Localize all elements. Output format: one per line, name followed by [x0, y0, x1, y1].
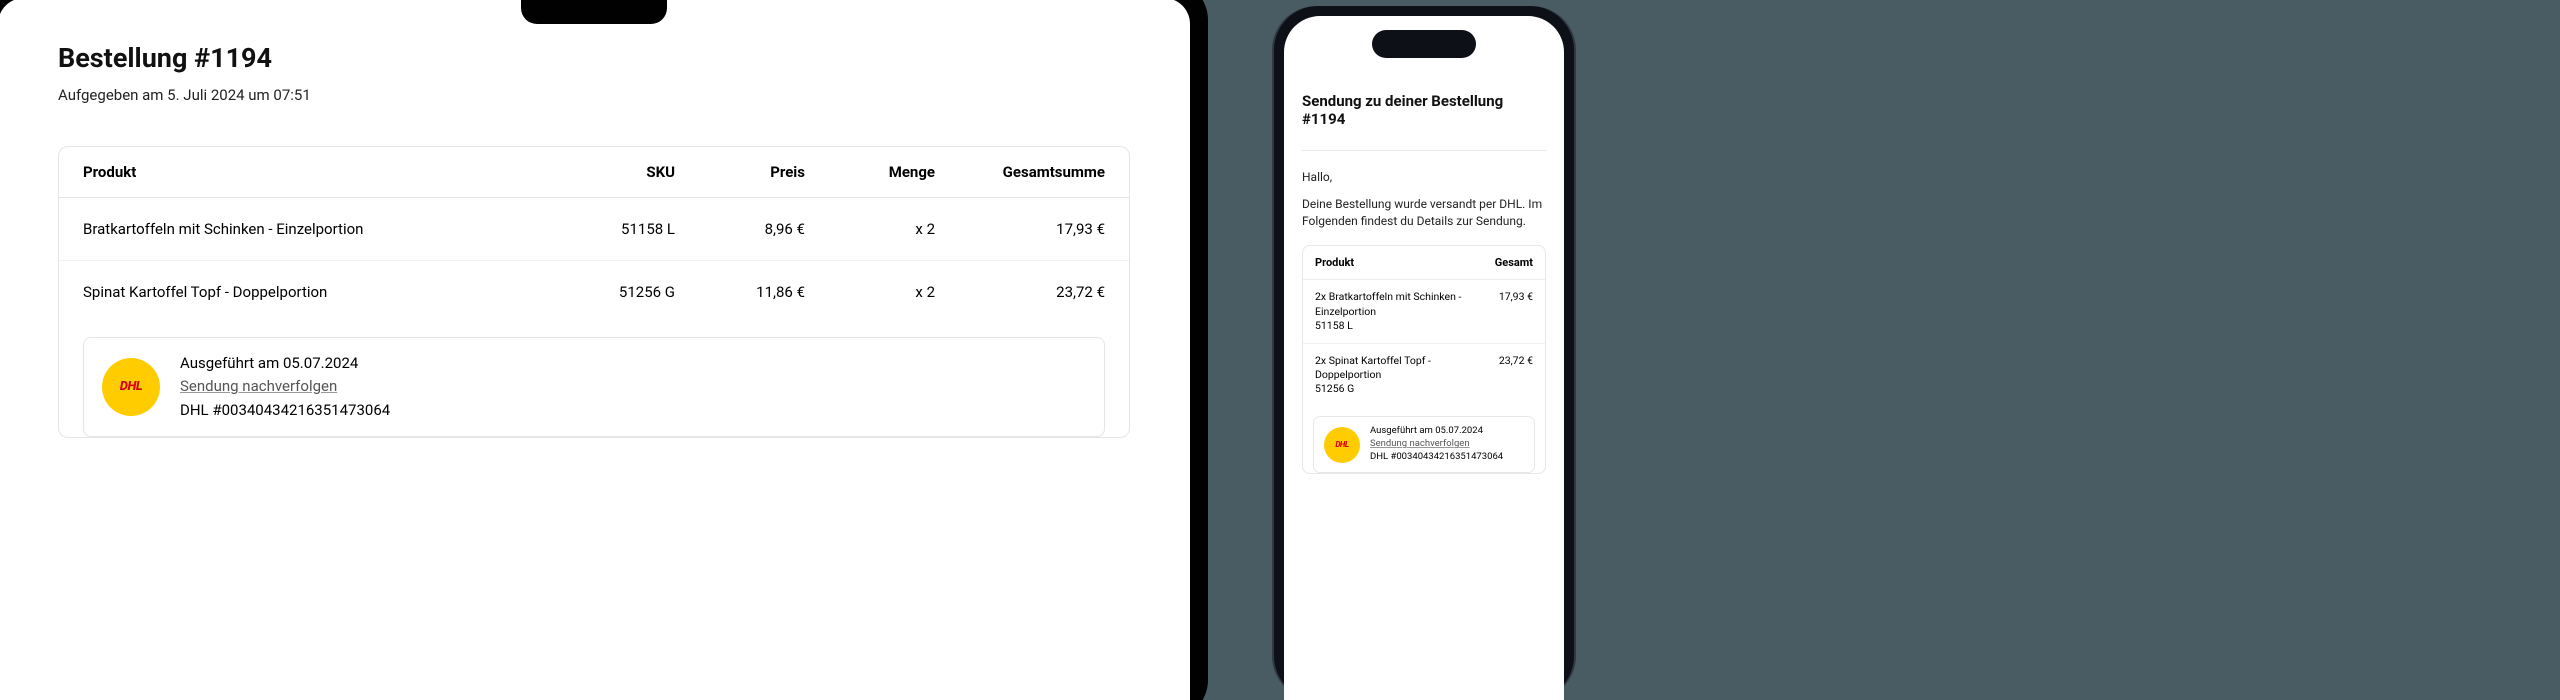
phone-cell-produkt: 2x Bratkartoffeln mit Schinken - Einzelp…	[1315, 290, 1461, 333]
phone-line1: 2x Bratkartoffeln mit Schinken -	[1315, 290, 1461, 304]
order-title: Bestellung #1194	[58, 42, 1130, 74]
cell-sku: 51158 L	[545, 220, 675, 238]
table-row: 2x Spinat Kartoffel Topf - Doppelportion…	[1303, 344, 1545, 407]
shipment-number: DHL #00340434216351473064	[180, 399, 390, 422]
phone-greeting: Hallo,	[1302, 169, 1546, 186]
shipment-executed: Ausgeführt am 05.07.2024	[180, 352, 390, 375]
phone-line1: 2x Spinat Kartoffel Topf - Doppelportion	[1315, 354, 1491, 382]
phone-cell-produkt: 2x Spinat Kartoffel Topf - Doppelportion…	[1315, 354, 1491, 397]
order-date: Aufgegeben am 5. Juli 2024 um 07:51	[58, 86, 1130, 104]
col-header-sku: SKU	[545, 163, 675, 181]
table-row: Bratkartoffeln mit Schinken - Einzelport…	[59, 198, 1129, 261]
shipment-number: DHL #00340434216351473064	[1370, 451, 1503, 464]
dhl-logo-text: DHL	[120, 379, 142, 394]
shipment-box: DHL Ausgeführt am 05.07.2024 Sendung nac…	[83, 337, 1105, 437]
phone-sku: 51256 G	[1315, 382, 1491, 396]
phone-col-gesamt: Gesamt	[1495, 256, 1533, 269]
cell-menge: x 2	[805, 283, 935, 301]
phone-line2: Einzelportion	[1315, 305, 1461, 319]
phone-divider	[1302, 150, 1546, 151]
phone-order-table: Produkt Gesamt 2x Bratkartoffeln mit Sch…	[1302, 245, 1546, 473]
track-shipment-link[interactable]: Sendung nachverfolgen	[1370, 438, 1470, 449]
cell-preis: 8,96 €	[675, 220, 805, 238]
phone-col-produkt: Produkt	[1315, 256, 1354, 269]
tablet-device-frame: Bestellung #1194 Aufgegeben am 5. Juli 2…	[0, 0, 1208, 700]
cell-preis: 11,86 €	[675, 283, 805, 301]
table-row: Spinat Kartoffel Topf - Doppelportion 51…	[59, 261, 1129, 323]
phone-screen: Sendung zu deiner Bestellung #1194 Hallo…	[1284, 16, 1564, 700]
phone-email-title: Sendung zu deiner Bestellung #1194	[1302, 92, 1546, 128]
phone-cell-total: 17,93 €	[1499, 290, 1533, 333]
phone-sku: 51158 L	[1315, 319, 1461, 333]
dhl-logo-icon: DHL	[1324, 427, 1360, 463]
phone-cell-total: 23,72 €	[1499, 354, 1533, 397]
order-table: Produkt SKU Preis Menge Gesamtsumme Brat…	[58, 146, 1130, 438]
cell-gesamt: 17,93 €	[935, 220, 1105, 238]
shipment-details: Ausgeführt am 05.07.2024 Sendung nachver…	[180, 352, 390, 422]
dhl-logo-icon: DHL	[102, 358, 160, 416]
shipment-executed: Ausgeführt am 05.07.2024	[1370, 425, 1503, 438]
phone-notch	[1372, 30, 1476, 58]
cell-produkt: Bratkartoffeln mit Schinken - Einzelport…	[83, 220, 545, 238]
col-header-menge: Menge	[805, 163, 935, 181]
cell-produkt: Spinat Kartoffel Topf - Doppelportion	[83, 283, 545, 301]
table-row: 2x Bratkartoffeln mit Schinken - Einzelp…	[1303, 280, 1545, 344]
tablet-screen: Bestellung #1194 Aufgegeben am 5. Juli 2…	[0, 0, 1190, 700]
tablet-notch	[521, 0, 667, 24]
phone-shipment-box: DHL Ausgeführt am 05.07.2024 Sendung nac…	[1313, 416, 1535, 472]
col-header-gesamt: Gesamtsumme	[935, 163, 1105, 181]
phone-table-header: Produkt Gesamt	[1303, 246, 1545, 280]
col-header-produkt: Produkt	[83, 163, 545, 181]
track-shipment-link[interactable]: Sendung nachverfolgen	[180, 377, 337, 395]
phone-shipment-details: Ausgeführt am 05.07.2024 Sendung nachver…	[1370, 425, 1503, 463]
cell-gesamt: 23,72 €	[935, 283, 1105, 301]
phone-body-text: Deine Bestellung wurde versandt per DHL.…	[1302, 196, 1546, 230]
dhl-logo-text: DHL	[1335, 440, 1348, 449]
col-header-preis: Preis	[675, 163, 805, 181]
phone-device-frame: Sendung zu deiner Bestellung #1194 Hallo…	[1274, 6, 1574, 700]
order-table-header: Produkt SKU Preis Menge Gesamtsumme	[59, 147, 1129, 198]
cell-sku: 51256 G	[545, 283, 675, 301]
cell-menge: x 2	[805, 220, 935, 238]
